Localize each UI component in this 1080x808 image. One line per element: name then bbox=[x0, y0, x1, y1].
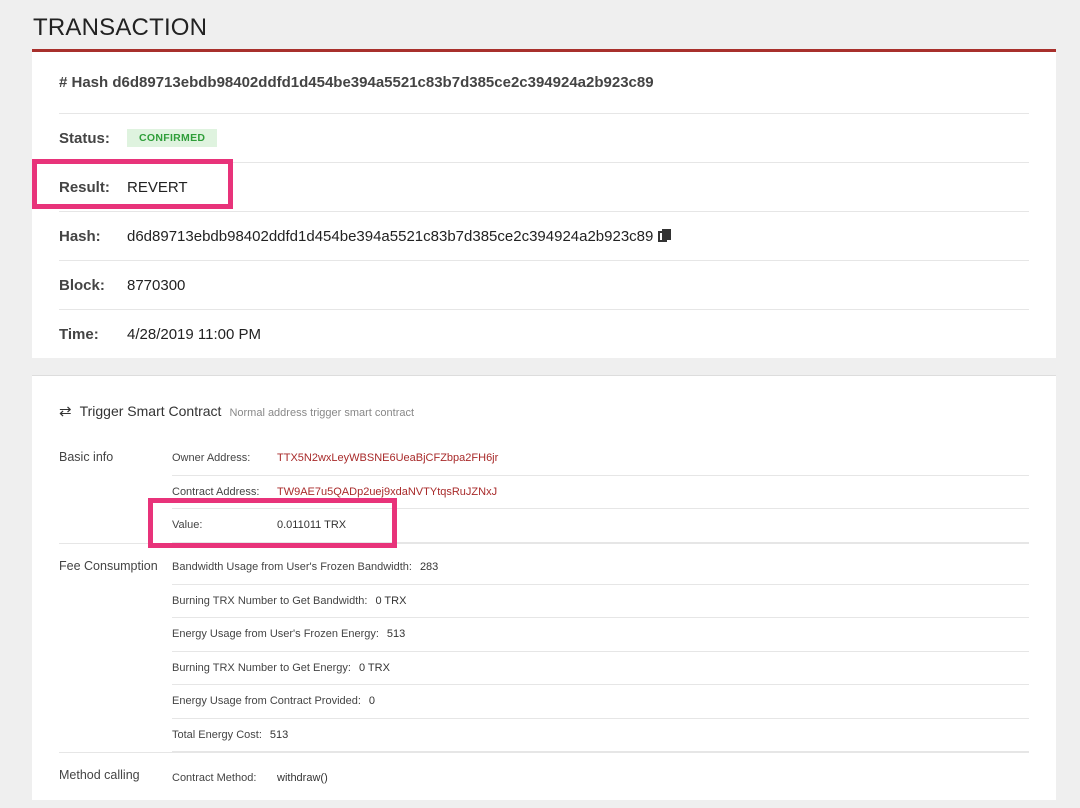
total-energy-value: 513 bbox=[269, 728, 289, 741]
burn-energy-row: Burning TRX Number to Get Energy: 0 TRX bbox=[172, 652, 1029, 685]
energy-contract-row: Energy Usage from Contract Provided: 0 bbox=[172, 685, 1029, 719]
burn-bandwidth-row: Burning TRX Number to Get Bandwidth: 0 T… bbox=[172, 585, 1029, 618]
contract-method-row: Contract Method: withdraw() bbox=[172, 761, 1029, 795]
copy-icon[interactable] bbox=[658, 229, 672, 243]
status-row: Status: CONFIRMED bbox=[59, 113, 1029, 162]
status-badge: CONFIRMED bbox=[127, 129, 218, 147]
bandwidth-frozen-value: 283 bbox=[419, 561, 439, 574]
contract-header: ⇄ Trigger Smart Contract Normal address … bbox=[59, 402, 414, 420]
bandwidth-frozen-row: Bandwidth Usage from User's Frozen Bandw… bbox=[172, 551, 1029, 585]
block-row: Block: 8770300 bbox=[59, 260, 1029, 309]
status-label: Status: bbox=[59, 129, 110, 147]
contract-method-value: withdraw() bbox=[277, 771, 328, 784]
basic-info-label: Basic info bbox=[59, 450, 114, 464]
highlight-box-value bbox=[148, 498, 397, 548]
highlight-box-result bbox=[32, 159, 233, 209]
contract-subtitle: Normal address trigger smart contract bbox=[229, 407, 415, 419]
burn-bandwidth-value: 0 TRX bbox=[375, 594, 407, 607]
block-link[interactable]: 8770300 bbox=[127, 277, 185, 294]
hash-heading: # Hash d6d89713ebdb98402ddfd1d454be394a5… bbox=[59, 74, 654, 91]
time-value: 4/28/2019 11:00 PM bbox=[127, 325, 261, 343]
hash-value: d6d89713ebdb98402ddfd1d454be394a5521c83b… bbox=[127, 227, 654, 245]
burn-bandwidth-key: Burning TRX Number to Get Bandwidth: bbox=[172, 594, 368, 607]
contract-title: Trigger Smart Contract bbox=[79, 403, 222, 419]
block-label: Block: bbox=[59, 276, 105, 294]
owner-address-key: Owner Address: bbox=[172, 452, 251, 465]
contract-method-key: Contract Method: bbox=[172, 771, 257, 784]
energy-frozen-value: 513 bbox=[386, 628, 406, 641]
energy-contract-value: 0 bbox=[368, 695, 376, 708]
fee-consumption-label: Fee Consumption bbox=[59, 559, 158, 573]
hash-label: Hash: bbox=[59, 227, 101, 245]
swap-arrows-icon: ⇄ bbox=[59, 403, 72, 420]
owner-address-row: Owner Address: TTX5N2wxLeyWBSNE6UeaBjCFZ… bbox=[172, 442, 1029, 476]
burn-energy-key: Burning TRX Number to Get Energy: bbox=[172, 661, 351, 674]
owner-address-link[interactable]: TTX5N2wxLeyWBSNE6UeaBjCFZbpa2FH6jr bbox=[277, 452, 498, 464]
total-energy-row: Total Energy Cost: 513 bbox=[172, 719, 1029, 752]
time-row: Time: 4/28/2019 11:00 PM bbox=[59, 309, 1029, 358]
page-title: TRANSACTION bbox=[33, 14, 208, 41]
time-label: Time: bbox=[59, 325, 99, 343]
method-calling-label: Method calling bbox=[59, 768, 140, 782]
energy-frozen-row: Energy Usage from User's Frozen Energy: … bbox=[172, 618, 1029, 652]
contract-address-key: Contract Address: bbox=[172, 485, 260, 498]
energy-frozen-key: Energy Usage from User's Frozen Energy: bbox=[172, 628, 379, 641]
energy-contract-key: Energy Usage from Contract Provided: bbox=[172, 695, 361, 708]
section-separator bbox=[59, 752, 1029, 753]
trigger-contract-card: ⇄ Trigger Smart Contract Normal address … bbox=[32, 375, 1056, 800]
total-energy-key: Total Energy Cost: bbox=[172, 728, 262, 741]
burn-energy-value: 0 TRX bbox=[358, 661, 390, 674]
bandwidth-frozen-key: Bandwidth Usage from User's Frozen Bandw… bbox=[172, 561, 412, 574]
contract-address-link[interactable]: TW9AE7u5QADp2uej9xdaNVTYtqsRuJZNxJ bbox=[277, 486, 497, 498]
hash-row: Hash: d6d89713ebdb98402ddfd1d454be394a55… bbox=[59, 211, 1029, 260]
